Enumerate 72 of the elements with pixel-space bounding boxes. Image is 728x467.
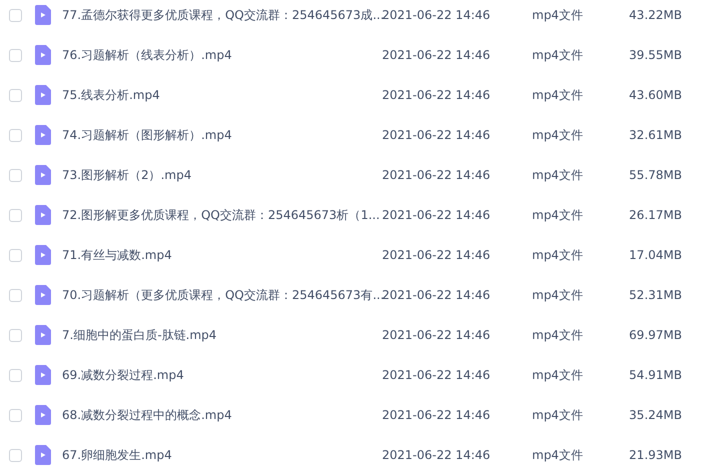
file-size: 55.78MB xyxy=(628,168,682,182)
file-name[interactable]: 71.有丝与减数.mp4 xyxy=(62,246,382,264)
modified-date: 2021-06-22 14:46 xyxy=(382,248,492,262)
file-name[interactable]: 77.孟德尔获得更多优质课程，QQ交流群：254645673成... xyxy=(62,6,382,24)
video-file-icon xyxy=(35,165,51,185)
checkbox[interactable] xyxy=(9,248,22,262)
file-type: mp4文件 xyxy=(532,6,584,24)
file-size: 52.31MB xyxy=(628,288,682,302)
modified-date: 2021-06-22 14:46 xyxy=(382,408,492,422)
file-size: 26.17MB xyxy=(628,208,682,222)
file-type: mp4文件 xyxy=(532,246,584,264)
video-file-icon xyxy=(35,205,51,225)
modified-date: 2021-06-22 14:46 xyxy=(382,448,492,462)
file-size: 21.93MB xyxy=(628,448,682,462)
file-type: mp4文件 xyxy=(532,366,584,384)
checkbox[interactable] xyxy=(9,328,22,342)
video-file-icon xyxy=(35,125,51,145)
modified-date: 2021-06-22 14:46 xyxy=(382,208,492,222)
file-type: mp4文件 xyxy=(532,86,584,104)
file-type: mp4文件 xyxy=(532,46,584,64)
video-file-icon xyxy=(35,5,51,25)
file-size: 54.91MB xyxy=(628,368,682,382)
file-size: 43.60MB xyxy=(628,88,682,102)
checkbox[interactable] xyxy=(9,168,22,182)
modified-date: 2021-06-22 14:46 xyxy=(382,128,492,142)
modified-date: 2021-06-22 14:46 xyxy=(382,88,492,102)
video-file-icon xyxy=(35,405,51,425)
checkbox[interactable] xyxy=(9,368,22,382)
modified-date: 2021-06-22 14:46 xyxy=(382,8,492,22)
file-size: 69.97MB xyxy=(628,328,682,342)
file-name[interactable]: 70.习题解析（更多优质课程，QQ交流群：254645673有... xyxy=(62,286,382,304)
checkbox[interactable] xyxy=(9,128,22,142)
modified-date: 2021-06-22 14:46 xyxy=(382,328,492,342)
file-type: mp4文件 xyxy=(532,326,584,344)
file-type: mp4文件 xyxy=(532,126,584,144)
checkbox[interactable] xyxy=(9,88,22,102)
checkbox[interactable] xyxy=(9,288,22,302)
file-type: mp4文件 xyxy=(532,206,584,224)
modified-date: 2021-06-22 14:46 xyxy=(382,168,492,182)
checkbox[interactable] xyxy=(9,408,22,422)
video-file-icon xyxy=(35,245,51,265)
video-file-icon xyxy=(35,325,51,345)
video-file-icon xyxy=(35,445,51,465)
modified-date: 2021-06-22 14:46 xyxy=(382,288,492,302)
video-file-icon xyxy=(35,285,51,305)
modified-date: 2021-06-22 14:46 xyxy=(382,48,492,62)
video-file-icon xyxy=(35,365,51,385)
file-name[interactable]: 75.线表分析.mp4 xyxy=(62,86,382,104)
file-type: mp4文件 xyxy=(532,166,584,184)
file-name[interactable]: 76.习题解析（线表分析）.mp4 xyxy=(62,46,382,64)
file-size: 32.61MB xyxy=(628,128,682,142)
file-type: mp4文件 xyxy=(532,446,584,464)
file-name[interactable]: 73.图形解析（2）.mp4 xyxy=(62,166,382,184)
file-type: mp4文件 xyxy=(532,406,584,424)
file-size: 43.22MB xyxy=(628,8,682,22)
file-name[interactable]: 69.减数分裂过程.mp4 xyxy=(62,366,382,384)
checkbox[interactable] xyxy=(9,8,22,22)
modified-date: 2021-06-22 14:46 xyxy=(382,368,492,382)
checkbox[interactable] xyxy=(9,448,22,462)
file-size: 39.55MB xyxy=(628,48,682,62)
file-type: mp4文件 xyxy=(532,286,584,304)
file-size: 17.04MB xyxy=(628,248,682,262)
video-file-icon xyxy=(35,45,51,65)
file-name[interactable]: 74.习题解析（图形解析）.mp4 xyxy=(62,126,382,144)
file-name[interactable]: 68.减数分裂过程中的概念.mp4 xyxy=(62,406,382,424)
checkbox[interactable] xyxy=(9,208,22,222)
checkbox[interactable] xyxy=(9,48,22,62)
video-file-icon xyxy=(35,85,51,105)
file-name[interactable]: 67.卵细胞发生.mp4 xyxy=(62,446,382,464)
file-name[interactable]: 72.图形解更多优质课程，QQ交流群：254645673析（1... xyxy=(62,206,382,224)
file-size: 35.24MB xyxy=(628,408,682,422)
file-name[interactable]: 7.细胞中的蛋白质-肽链.mp4 xyxy=(62,326,382,344)
